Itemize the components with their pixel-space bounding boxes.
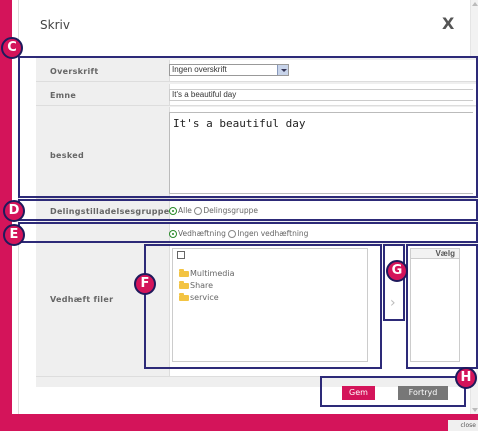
annotation-outline-d (18, 199, 478, 221)
marker-c: C (1, 37, 23, 59)
marker-h: H (455, 367, 477, 389)
dialog-title: Skriv (40, 18, 70, 32)
scroll-up-icon[interactable] (472, 2, 478, 6)
marker-e: E (3, 224, 25, 246)
scroll-down-icon[interactable] (472, 408, 478, 412)
marker-d: D (3, 200, 25, 222)
close-icon[interactable]: X (442, 14, 454, 33)
annotation-outline-g-panel (406, 244, 478, 369)
frame-bottom-border (0, 414, 478, 431)
annotation-outline-h (320, 376, 466, 407)
marker-g: G (386, 260, 408, 282)
close-text[interactable]: close (448, 420, 478, 431)
annotation-outline-c (18, 56, 478, 198)
marker-f: F (134, 273, 156, 295)
annotation-outline-g (383, 244, 405, 321)
annotation-outline-f (144, 244, 382, 369)
annotation-outline-e (18, 222, 478, 243)
attachments-label: Vedhæft filer (50, 295, 114, 304)
